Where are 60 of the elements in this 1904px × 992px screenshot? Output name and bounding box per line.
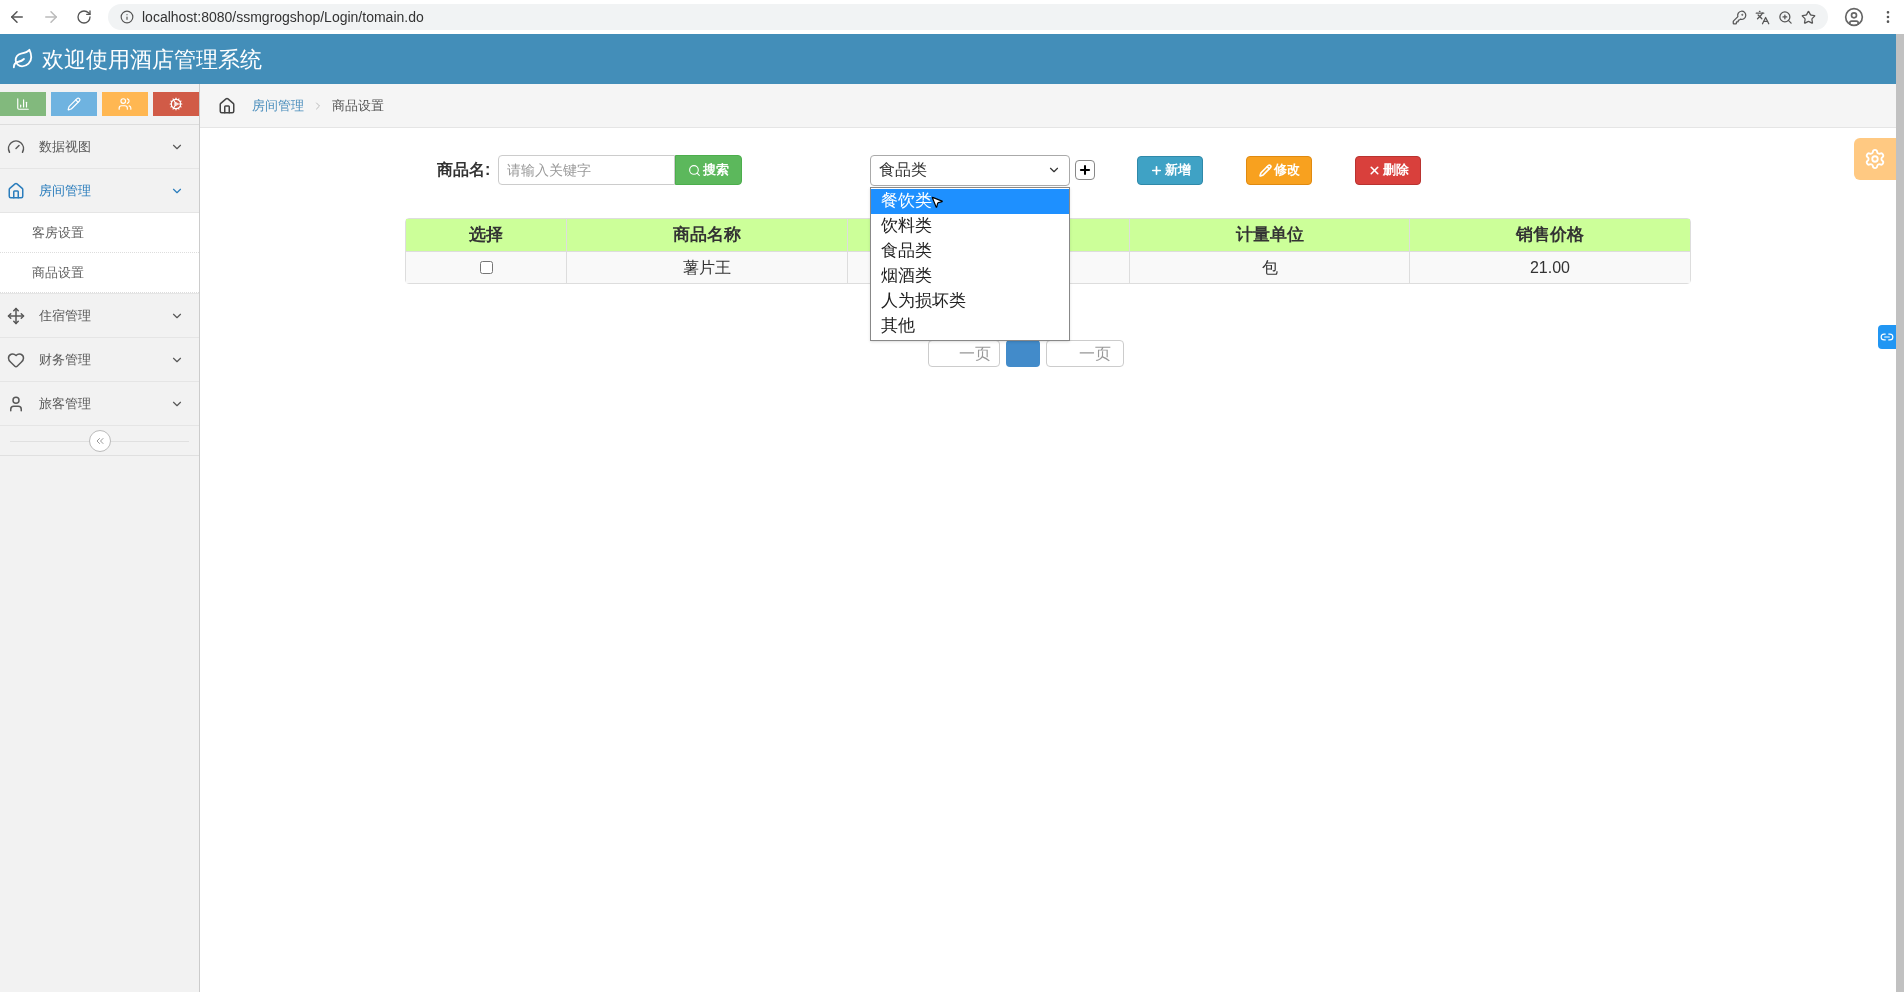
pencil-icon <box>1258 163 1272 177</box>
translate-icon[interactable] <box>1755 9 1770 25</box>
nav-item[interactable]: 住宿管理 <box>0 294 199 338</box>
bar-chart-icon <box>16 97 30 111</box>
search-field[interactable]: 请输入关键字 <box>498 155 676 185</box>
star-icon[interactable] <box>1801 9 1816 25</box>
plus-icon <box>1149 163 1163 177</box>
submenu-item[interactable]: 客房设置 <box>0 213 199 253</box>
gears-icon <box>169 97 183 111</box>
people-icon <box>118 97 132 111</box>
info-icon[interactable] <box>120 10 134 24</box>
breadcrumb-text: 商品设置 <box>332 96 384 115</box>
add-category-button[interactable] <box>1075 160 1096 180</box>
nav-item[interactable]: 旅客管理 <box>0 382 199 426</box>
gauge-icon <box>7 137 25 156</box>
zoom-icon[interactable] <box>1778 9 1793 25</box>
profile-icon[interactable] <box>1844 7 1864 27</box>
leaf-icon <box>12 48 34 70</box>
user-icon <box>7 394 25 413</box>
home-icon[interactable] <box>218 96 236 115</box>
nav-label: 数据视图 <box>39 137 92 156</box>
submenu-item[interactable]: 商品设置 <box>0 253 199 293</box>
app-title: 欢迎使用酒店管理系统 <box>42 45 262 74</box>
row-checkbox[interactable] <box>479 261 493 274</box>
link-button[interactable] <box>1878 325 1896 349</box>
close-icon <box>1367 163 1381 177</box>
column-header: 销售价格 <box>1514 224 1585 247</box>
key-icon[interactable] <box>1732 9 1747 25</box>
back-icon[interactable] <box>8 8 26 26</box>
nav-label: 住宿管理 <box>39 306 92 325</box>
shortcut-button[interactable] <box>153 92 199 116</box>
dropdown-option[interactable]: 人为损坏类 <box>871 288 1070 314</box>
move-arrows-icon <box>7 306 25 325</box>
settings-icon <box>1864 148 1886 170</box>
table-cell-text: 21.00 <box>1528 257 1571 278</box>
nav-label: 旅客管理 <box>39 394 92 413</box>
link-icon <box>1880 330 1894 344</box>
plus-icon <box>1078 163 1093 177</box>
nav-label: 房间管理 <box>39 181 92 200</box>
table-cell: 包 <box>1130 252 1410 283</box>
dropdown-option[interactable]: 食品类 <box>871 238 1070 264</box>
nav-item[interactable]: 财务管理 <box>0 338 199 382</box>
search-icon <box>688 163 702 177</box>
dropdown-option[interactable]: 其他 <box>871 313 1070 339</box>
nav-label: 财务管理 <box>39 350 92 369</box>
table-cell: 薯片王 <box>567 252 848 283</box>
url-text: localhost:8080/ssmgrogshop/Login/tomain.do <box>142 7 424 27</box>
search-label: 商品名: <box>437 160 491 180</box>
home-icon <box>7 181 25 200</box>
dropdown-option[interactable]: 饮料类 <box>871 213 1070 239</box>
address-bar[interactable]: localhost:8080/ssmgrogshop/Login/tomain.do <box>108 4 1828 30</box>
reload-icon[interactable] <box>76 9 92 25</box>
dropdown-option[interactable]: 烟酒类 <box>871 263 1070 289</box>
scrollbar[interactable] <box>1896 34 1904 992</box>
breadcrumb-link[interactable]: 房间管理 <box>252 95 304 116</box>
nav-item[interactable]: 数据视图 <box>0 125 199 169</box>
pencil-icon <box>67 97 81 111</box>
category-select[interactable]: 食品类 <box>870 154 1071 186</box>
delete-button[interactable]: 删除 <box>1355 155 1422 185</box>
heart-icon <box>7 350 25 369</box>
